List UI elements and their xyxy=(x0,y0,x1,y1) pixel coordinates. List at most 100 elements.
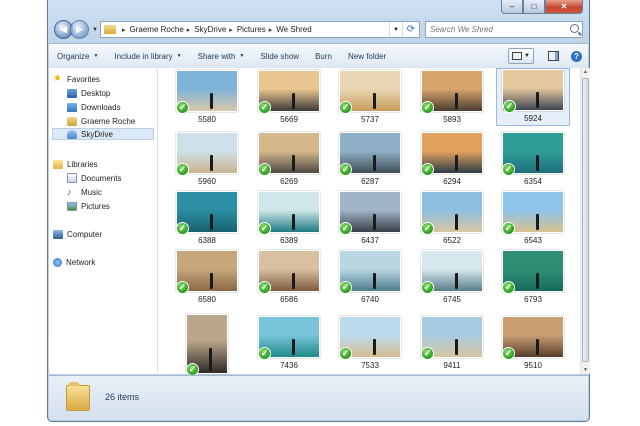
breadcrumb-item[interactable]: Pictures xyxy=(237,25,266,34)
close-button[interactable]: ✕ xyxy=(545,0,583,14)
person-silhouette xyxy=(536,155,539,171)
nav-favorites[interactable]: ★ Favorites xyxy=(53,73,100,85)
nav-network[interactable]: Network xyxy=(53,256,95,268)
photo-tile[interactable]: ✓ 6522 xyxy=(415,189,489,247)
breadcrumb-item[interactable]: Graeme Roche xyxy=(130,25,184,34)
sync-check-icon: ✓ xyxy=(258,347,271,360)
nav-label: Favorites xyxy=(67,74,100,84)
address-dropdown-icon[interactable]: ▼ xyxy=(389,22,402,37)
photo-tile[interactable]: ✓ 6740 xyxy=(333,248,407,306)
sync-check-icon: ✓ xyxy=(339,222,352,235)
computer-icon xyxy=(53,229,63,239)
chevron-down-icon: ▼ xyxy=(176,53,182,59)
person-silhouette xyxy=(373,339,376,355)
scrollbar-thumb[interactable] xyxy=(582,78,589,362)
photo-tile[interactable]: ✓ 6269 xyxy=(252,130,326,188)
nav-label: Documents xyxy=(81,173,122,183)
desktop-icon xyxy=(67,88,77,98)
photo-tile[interactable]: ✓ 5893 xyxy=(415,68,489,126)
breadcrumb-separator-icon[interactable]: ▸ xyxy=(187,26,191,34)
organize-label: Organize xyxy=(57,51,90,61)
person-silhouette xyxy=(292,155,295,171)
recent-pages-dropdown[interactable]: ▼ xyxy=(92,27,98,33)
nav-desktop[interactable]: Desktop xyxy=(67,87,110,99)
person-silhouette xyxy=(292,93,295,109)
share-with-button[interactable]: Share with ▼ xyxy=(190,52,253,61)
photo-tile[interactable]: ✓ 7533 xyxy=(333,314,407,372)
share-label: Share with xyxy=(197,51,236,61)
photo-tile[interactable]: ✓ 6793 xyxy=(496,248,570,306)
photo-tile[interactable]: ✓ 6389 xyxy=(252,189,326,247)
burn-button[interactable]: Burn xyxy=(307,52,340,61)
person-silhouette xyxy=(455,273,458,289)
photo-tile[interactable]: ✓ 9411 xyxy=(415,314,489,372)
include-in-library-button[interactable]: Include in library ▼ xyxy=(106,52,189,61)
breadcrumb-separator-icon[interactable]: ▸ xyxy=(229,26,233,34)
photo-name: 6389 xyxy=(280,236,298,245)
photo-tile[interactable]: ✓ 5580 xyxy=(170,68,244,126)
file-list[interactable]: ✓ 5580 ✓ 5669 ✓ 5737 ✓ 5893 ✓ 5924 ✓ 5960 ✓ 6269 ✓ 6287… xyxy=(158,68,580,386)
nav-downloads[interactable]: Downloads xyxy=(67,101,121,113)
nav-skydrive[interactable]: SkyDrive xyxy=(52,128,154,140)
photo-tile[interactable]: ✓ 6580 xyxy=(170,248,244,306)
nav-computer[interactable]: Computer xyxy=(53,228,102,240)
photo-tile[interactable]: ✓ 9510 xyxy=(496,314,570,372)
organize-button[interactable]: Organize ▼ xyxy=(49,52,106,61)
photo-tile[interactable]: ✓ 6586 xyxy=(252,248,326,306)
music-icon: ♪ xyxy=(67,186,72,197)
person-silhouette xyxy=(292,339,295,355)
minimize-button[interactable]: – xyxy=(501,0,523,14)
change-view-button[interactable]: ▼ xyxy=(508,48,534,64)
search-box[interactable] xyxy=(425,21,583,38)
photo-name: 5893 xyxy=(443,115,461,124)
preview-pane-icon[interactable] xyxy=(548,51,559,61)
photo-name: 6269 xyxy=(280,177,298,186)
nav-label: Pictures xyxy=(81,201,110,211)
nav-documents[interactable]: Documents xyxy=(67,172,121,184)
sync-check-icon: ✓ xyxy=(421,347,434,360)
nav-pictures[interactable]: Pictures xyxy=(67,200,110,212)
sync-check-icon: ✓ xyxy=(258,222,271,235)
search-input[interactable] xyxy=(426,24,567,35)
photo-name: 6793 xyxy=(524,295,542,304)
maximize-button[interactable]: □ xyxy=(523,0,545,14)
nav-user-folder[interactable]: Graeme Roche xyxy=(67,115,135,127)
photo-tile[interactable]: ✓ 7436 xyxy=(252,314,326,372)
item-count: 26 items xyxy=(105,392,140,402)
pictures-icon xyxy=(67,201,77,211)
search-icon[interactable] xyxy=(570,24,579,33)
help-icon[interactable]: ? xyxy=(571,50,582,62)
scroll-up-icon[interactable]: ▲ xyxy=(582,68,589,76)
scroll-down-icon[interactable]: ▼ xyxy=(582,366,589,374)
person-silhouette xyxy=(209,347,212,371)
breadcrumb-separator-icon[interactable]: ▸ xyxy=(269,26,273,34)
caption-buttons: – □ ✕ xyxy=(501,0,583,14)
chevron-down-icon: ▼ xyxy=(524,53,530,59)
sync-check-icon: ✓ xyxy=(502,281,515,294)
photo-tile[interactable]: ✓ 6388 xyxy=(170,189,244,247)
person-silhouette xyxy=(210,273,213,289)
photo-tile[interactable]: ✓ 6745 xyxy=(415,248,489,306)
forward-button[interactable]: ▶ xyxy=(70,20,89,39)
breadcrumb-item[interactable]: SkyDrive xyxy=(194,25,226,34)
new-folder-button[interactable]: New folder xyxy=(340,52,394,61)
slide-show-button[interactable]: Slide show xyxy=(252,52,307,61)
address-bar[interactable]: ▸ Graeme Roche ▸ SkyDrive ▸ Pictures ▸ W… xyxy=(100,21,420,38)
photo-tile[interactable]: ✓ 5924 xyxy=(496,68,570,126)
breadcrumb-separator-icon[interactable]: ▸ xyxy=(122,26,126,34)
photo-tile[interactable]: ✓ 6543 xyxy=(496,189,570,247)
breadcrumb-item[interactable]: We Shred xyxy=(276,25,311,34)
photo-tile[interactable]: ✓ 6294 xyxy=(415,130,489,188)
nav-music[interactable]: ♪ Music xyxy=(67,186,102,198)
photo-tile[interactable]: ✓ 6437 xyxy=(333,189,407,247)
photo-tile[interactable]: ✓ 6287 xyxy=(333,130,407,188)
photo-name: 6745 xyxy=(443,295,461,304)
photo-tile[interactable]: ✓ 6354 xyxy=(496,130,570,188)
nav-label: Network xyxy=(66,257,96,267)
refresh-icon[interactable]: ⟳ xyxy=(402,22,419,37)
photo-tile[interactable]: ✓ 5669 xyxy=(252,68,326,126)
vertical-scrollbar[interactable]: ▲ ▼ xyxy=(580,68,590,374)
photo-tile[interactable]: ✓ 5737 xyxy=(333,68,407,126)
photo-tile[interactable]: ✓ 5960 xyxy=(170,130,244,188)
nav-libraries[interactable]: Libraries xyxy=(53,158,98,170)
